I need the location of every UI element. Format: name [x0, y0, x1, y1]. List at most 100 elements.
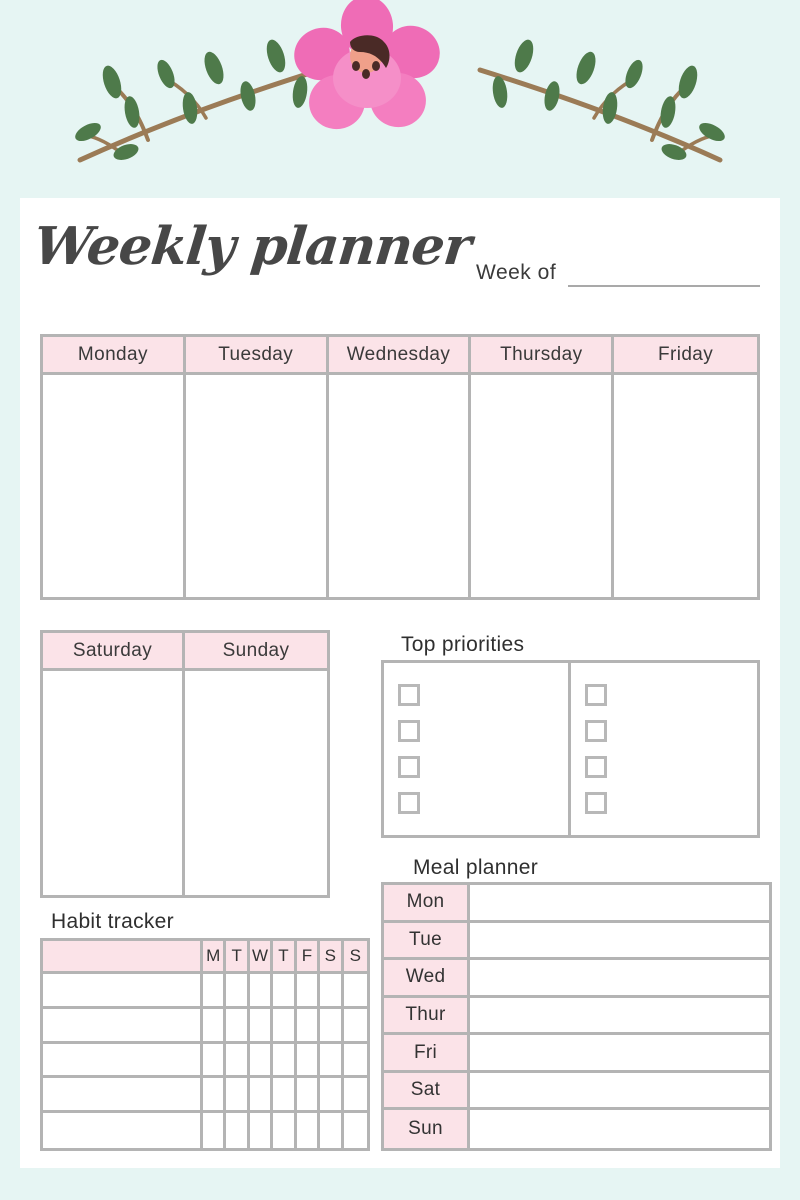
habit-header-fri: F	[296, 941, 321, 974]
meal-input-fri[interactable]	[470, 1035, 769, 1073]
habit-cell[interactable]	[296, 1043, 321, 1079]
habit-cell[interactable]	[250, 1113, 274, 1148]
header-decoration	[0, 0, 800, 198]
meal-day-wed: Wed	[384, 960, 470, 998]
title-row: Weekly planner Week of	[20, 198, 780, 316]
habit-cell[interactable]	[226, 1113, 250, 1148]
weekday-header-friday: Friday	[614, 337, 757, 375]
habit-row-name[interactable]	[43, 1078, 203, 1114]
habit-header-sat: S	[320, 941, 344, 974]
weekend-cell-saturday[interactable]	[43, 671, 185, 895]
habit-cell[interactable]	[273, 1078, 297, 1114]
meal-input-sat[interactable]	[470, 1073, 769, 1111]
habit-cell[interactable]	[320, 1113, 344, 1148]
habit-cell[interactable]	[226, 1078, 250, 1114]
habit-cell[interactable]	[320, 1078, 344, 1114]
meal-day-sat: Sat	[384, 1072, 470, 1111]
week-of-input[interactable]	[568, 285, 760, 287]
weekday-header-thursday: Thursday	[471, 337, 615, 375]
habit-header-name	[43, 941, 203, 974]
habit-cell[interactable]	[249, 974, 274, 1009]
meal-day-mon: Mon	[384, 885, 470, 923]
habit-cell[interactable]	[203, 1078, 227, 1114]
habit-cell[interactable]	[320, 1043, 344, 1079]
meal-day-fri: Fri	[384, 1035, 470, 1073]
habit-cell[interactable]	[249, 1043, 274, 1079]
meal-input-thur[interactable]	[470, 998, 769, 1036]
weekday-cell-monday[interactable]	[43, 375, 186, 597]
habit-header-mon: M	[203, 941, 227, 974]
priority-checkbox-1[interactable]	[398, 684, 420, 706]
top-priorities-label: Top priorities	[401, 633, 525, 656]
weekend-header-saturday: Saturday	[43, 633, 185, 671]
habit-row-name[interactable]	[43, 1043, 203, 1079]
habit-cell[interactable]	[226, 1008, 250, 1044]
habit-row-name[interactable]	[43, 974, 203, 1009]
weekday-cell-wednesday[interactable]	[329, 375, 472, 597]
weekend-grid: Saturday Sunday	[40, 630, 330, 898]
top-priorities-box	[381, 660, 760, 838]
habit-header-wed: W	[249, 941, 274, 974]
habit-cell[interactable]	[320, 974, 344, 1009]
priority-checkbox-6[interactable]	[584, 720, 607, 742]
habit-tracker-label: Habit tracker	[51, 910, 174, 933]
meal-day-tue: Tue	[384, 922, 470, 961]
habit-cell[interactable]	[203, 974, 227, 1009]
priority-checkbox-8[interactable]	[584, 792, 607, 814]
habit-cell[interactable]	[273, 1113, 297, 1148]
top-priorities-right-column	[571, 663, 758, 835]
meal-input-sun[interactable]	[470, 1110, 769, 1148]
habit-cell[interactable]	[203, 1113, 227, 1148]
priority-checkbox-5[interactable]	[584, 684, 607, 706]
weekday-grid: Monday Tuesday Wednesday Thursday Friday	[40, 334, 760, 600]
habit-cell[interactable]	[296, 974, 321, 1009]
habit-cell[interactable]	[226, 1043, 250, 1079]
meal-day-sun: Sun	[384, 1110, 470, 1148]
habit-cell[interactable]	[343, 974, 367, 1009]
planner-sheet: Weekly planner Week of Monday Tuesday We…	[20, 198, 780, 1168]
habit-cell[interactable]	[343, 1044, 367, 1079]
meal-day-thur: Thur	[384, 997, 470, 1036]
habit-cell[interactable]	[296, 1078, 321, 1114]
priority-checkbox-3[interactable]	[398, 756, 420, 778]
weekday-cell-tuesday[interactable]	[186, 375, 329, 597]
habit-header-sun: S	[343, 941, 367, 974]
page-title: Weekly planner	[30, 216, 474, 277]
habit-cell[interactable]	[249, 1008, 274, 1044]
habit-tracker-grid: M T W T F S S	[40, 938, 370, 1151]
priority-checkbox-7[interactable]	[584, 756, 607, 778]
habit-cell[interactable]	[226, 974, 250, 1009]
habit-cell[interactable]	[343, 1009, 367, 1044]
habit-row-name[interactable]	[43, 1113, 203, 1148]
pink-flower-icon	[294, 0, 440, 130]
habit-cell[interactable]	[203, 1043, 227, 1079]
weekend-cell-sunday[interactable]	[185, 671, 327, 895]
habit-cell[interactable]	[297, 1113, 321, 1148]
weekend-header-sunday: Sunday	[185, 633, 327, 671]
week-of-label: Week of	[476, 261, 557, 284]
habit-cell[interactable]	[203, 1008, 227, 1044]
weekday-header-tuesday: Tuesday	[185, 337, 329, 375]
habit-cell[interactable]	[249, 1078, 274, 1114]
habit-cell[interactable]	[273, 1043, 297, 1079]
meal-planner-label: Meal planner	[413, 856, 539, 879]
meal-input-wed[interactable]	[470, 960, 769, 998]
habit-cell[interactable]	[273, 974, 297, 1009]
habit-cell[interactable]	[296, 1008, 321, 1044]
habit-header-tue: T	[226, 941, 250, 974]
floral-branch-icon	[75, 0, 725, 163]
habit-cell[interactable]	[320, 1008, 344, 1044]
habit-cell[interactable]	[343, 1078, 367, 1114]
weekday-cell-friday[interactable]	[614, 375, 757, 597]
meal-input-tue[interactable]	[470, 923, 769, 961]
top-priorities-left-column	[384, 663, 571, 835]
habit-row-name[interactable]	[43, 1008, 203, 1044]
priority-checkbox-4[interactable]	[398, 792, 420, 814]
habit-cell[interactable]	[344, 1113, 367, 1148]
weekday-cell-thursday[interactable]	[471, 375, 615, 597]
priority-checkbox-2[interactable]	[398, 720, 420, 742]
habit-cell[interactable]	[273, 1008, 297, 1044]
meal-planner-grid: Mon Tue Wed Thur Fri Sat Sun	[381, 882, 772, 1151]
meal-input-mon[interactable]	[470, 885, 769, 923]
habit-header-thu: T	[273, 941, 297, 974]
